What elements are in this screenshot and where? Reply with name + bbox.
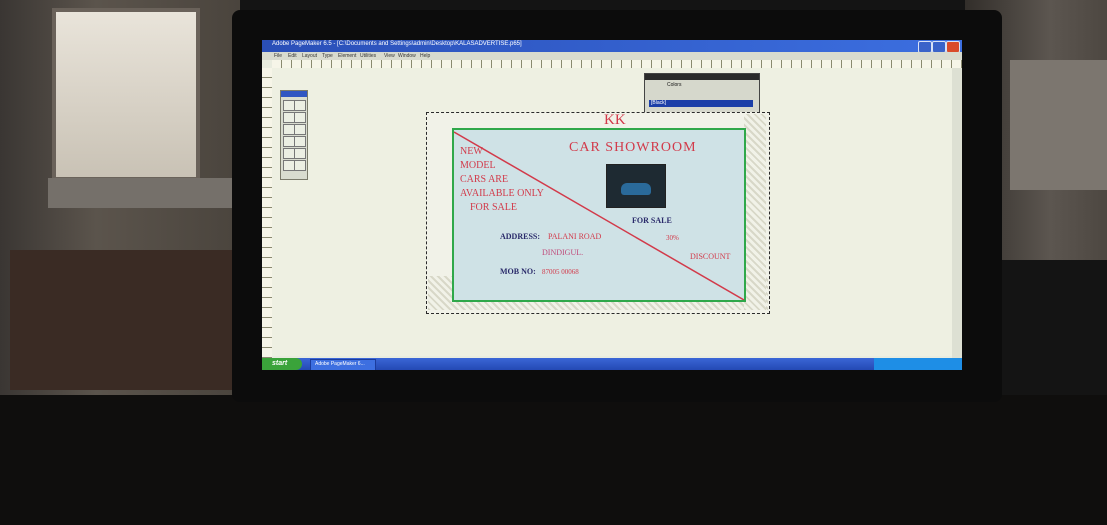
- page-margin-hatch-right: [744, 114, 766, 310]
- background-window: [52, 8, 200, 181]
- flyer-top-text[interactable]: KK: [604, 112, 626, 129]
- side-line-3[interactable]: CARS ARE: [460, 174, 508, 185]
- mobile-number[interactable]: 87005 00068: [542, 268, 579, 276]
- flyer-headline[interactable]: CAR SHOWROOM: [569, 140, 697, 156]
- pagemaker-task-button[interactable]: Adobe PageMaker 6...: [310, 359, 376, 370]
- app-title: Adobe PageMaker 6.5 - [C:\Documents and …: [272, 41, 522, 47]
- task-label: Adobe PageMaker 6...: [315, 361, 365, 367]
- crop-tool-icon[interactable]: [294, 112, 306, 123]
- right-window: [1010, 60, 1107, 190]
- windows-taskbar: start Adobe PageMaker 6...: [262, 358, 962, 370]
- menu-type[interactable]: Type: [322, 52, 333, 60]
- flyer-frame[interactable]: KK CAR SHOWROOM NEW MODEL CARS ARE AVAIL…: [452, 112, 746, 302]
- monitor-screen: Adobe PageMaker 6.5 - [C:\Documents and …: [262, 40, 962, 370]
- menu-help[interactable]: Help: [420, 52, 430, 60]
- cabinet: [10, 250, 240, 390]
- menu-window[interactable]: Window: [398, 52, 416, 60]
- discount-percent[interactable]: 30%: [666, 234, 679, 242]
- start-button[interactable]: start: [262, 358, 302, 370]
- system-tray[interactable]: [874, 358, 962, 370]
- side-line-5[interactable]: FOR SALE: [470, 202, 517, 213]
- zoom-tool-icon[interactable]: [294, 160, 306, 171]
- ellipse-frame-tool-icon[interactable]: [294, 148, 306, 159]
- vertical-ruler[interactable]: [262, 68, 272, 358]
- menu-view[interactable]: View: [384, 52, 395, 60]
- window-sill: [48, 178, 238, 208]
- side-line-4[interactable]: AVAILABLE ONLY: [460, 188, 544, 199]
- address-value[interactable]: PALANI ROAD: [548, 232, 601, 241]
- rectangle-frame-tool-icon[interactable]: [294, 136, 306, 147]
- menu-layout[interactable]: Layout: [302, 52, 317, 60]
- menu-element[interactable]: Element: [338, 52, 356, 60]
- menu-bar: File Edit Layout Type Element Utilities …: [262, 52, 962, 60]
- car-icon: [621, 183, 651, 195]
- toolbox-palette: [280, 90, 308, 180]
- desk-surface: [0, 395, 1107, 525]
- colors-tab[interactable]: Colors: [667, 82, 681, 88]
- constrained-line-tool-icon[interactable]: [294, 124, 306, 135]
- text-tool-icon[interactable]: [294, 100, 306, 111]
- menu-edit[interactable]: Edit: [288, 52, 297, 60]
- menu-file[interactable]: File: [274, 52, 282, 60]
- vertical-scrollbar[interactable]: [952, 68, 962, 358]
- horizontal-ruler[interactable]: [272, 60, 962, 68]
- address-label[interactable]: ADDRESS:: [500, 232, 540, 241]
- city-text[interactable]: DINDIGUL.: [542, 248, 583, 257]
- black-swatch-label: [Black]: [651, 100, 667, 106]
- discount-text[interactable]: DISCOUNT: [690, 252, 730, 261]
- mobile-label[interactable]: MOB NO:: [500, 267, 536, 276]
- toolbox-title-bar[interactable]: [281, 91, 307, 97]
- car-photo[interactable]: [606, 164, 666, 208]
- start-label: start: [272, 360, 288, 367]
- for-sale-text[interactable]: FOR SALE: [632, 216, 672, 225]
- side-line-1[interactable]: NEW: [460, 146, 483, 157]
- menu-utilities[interactable]: Utilities: [360, 52, 376, 60]
- app-title-bar[interactable]: Adobe PageMaker 6.5 - [C:\Documents and …: [262, 40, 962, 53]
- side-line-2[interactable]: MODEL: [460, 160, 496, 171]
- palette-title-bar[interactable]: [645, 74, 759, 80]
